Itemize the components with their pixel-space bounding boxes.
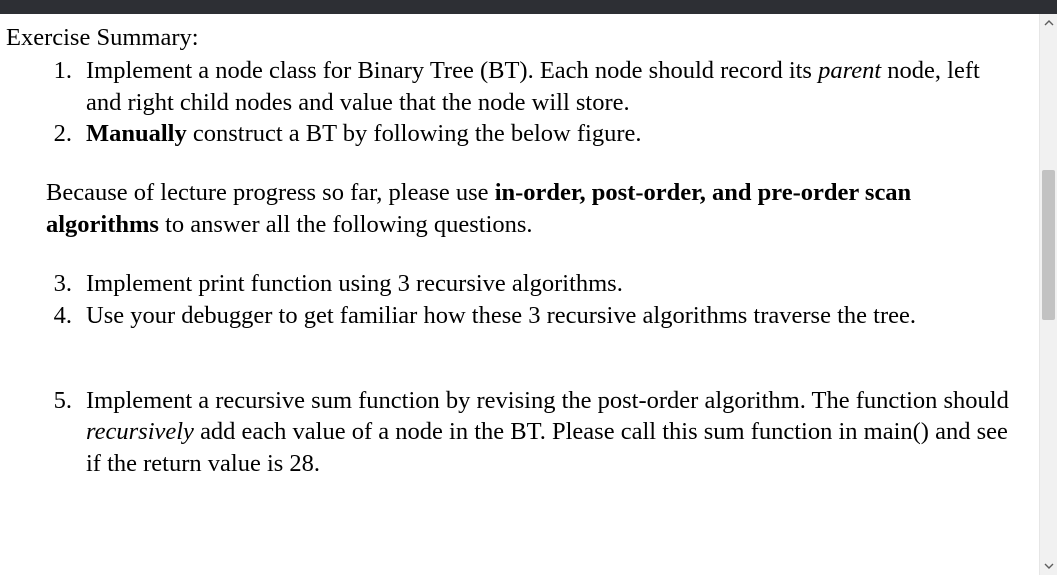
list-item-3: 3. Implement print function using 3 recu… [46,268,1011,299]
list-content: Use your debugger to get familiar how th… [86,300,1011,331]
text-italic-parent: parent [818,57,881,84]
list-content: Implement a recursive sum function by re… [86,385,1011,479]
vertical-scrollbar[interactable] [1039,14,1057,575]
list-item-4: 4. Use your debugger to get familiar how… [46,300,1011,331]
list-item-1: 1. Implement a node class for Binary Tre… [46,55,1011,118]
scroll-up-arrow-icon[interactable] [1040,14,1057,32]
scroll-thumb[interactable] [1042,170,1055,320]
top-toolbar [0,0,1057,14]
exercise-summary-heading: Exercise Summary: [6,22,1011,53]
list-number: 3. [46,268,86,299]
list-content: Implement a node class for Binary Tree (… [86,55,1011,118]
list-number: 5. [46,385,86,416]
scroll-down-arrow-icon[interactable] [1040,557,1057,575]
app-window: Exercise Summary: 1. Implement a node cl… [0,0,1057,575]
list-item-2: 2. Manually construct a BT by following … [46,118,1011,149]
list-number: 4. [46,300,86,331]
instruction-paragraph: Because of lecture progress so far, plea… [46,177,1011,240]
text-bold-manually: Manually [86,120,187,147]
list-item-5: 5. Implement a recursive sum function by… [46,385,1011,479]
exercise-list-cont2: 5. Implement a recursive sum function by… [4,385,1011,479]
list-content: Implement print function using 3 recursi… [86,268,1011,299]
viewport: Exercise Summary: 1. Implement a node cl… [0,14,1057,575]
text-italic-recursively: recursively [86,418,194,445]
text: Implement a node class for Binary Tree (… [86,57,818,84]
list-content: Manually construct a BT by following the… [86,118,1011,149]
spacer [4,331,1011,385]
list-number: 2. [46,118,86,149]
list-number: 1. [46,55,86,86]
exercise-list: 1. Implement a node class for Binary Tre… [4,55,1011,149]
text: construct a BT by following the below fi… [187,120,642,147]
text: Implement a recursive sum function by re… [86,387,1009,414]
text: Because of lecture progress so far, plea… [46,179,495,206]
document-page: Exercise Summary: 1. Implement a node cl… [0,14,1039,575]
text: add each value of a node in the BT. Plea… [86,418,1008,476]
text: to answer all the following questions. [159,211,533,238]
exercise-list-cont: 3. Implement print function using 3 recu… [4,268,1011,331]
